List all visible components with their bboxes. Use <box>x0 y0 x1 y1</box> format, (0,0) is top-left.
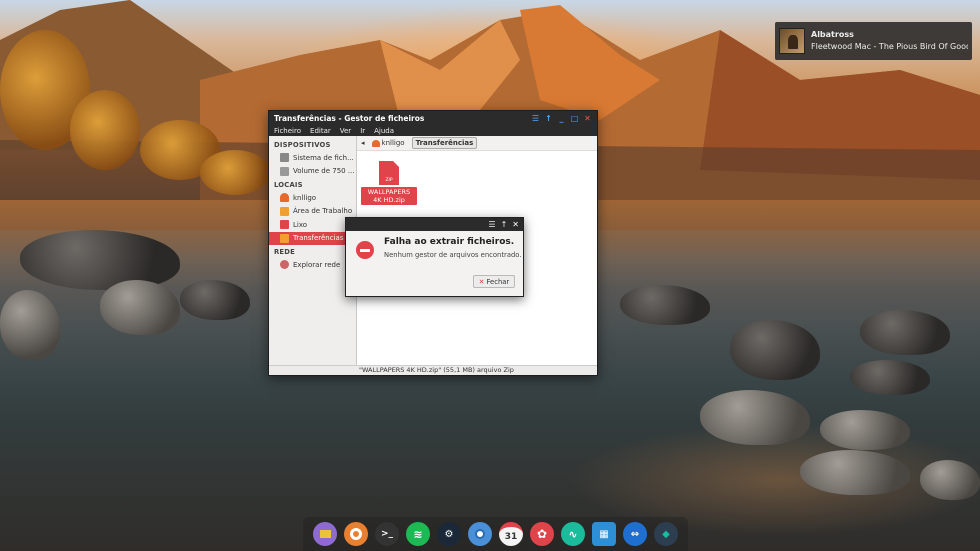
sidebar-item-label: knlligo <box>293 193 317 202</box>
dialog-title: Falha ao extrair ficheiros. <box>384 237 515 247</box>
sidebar-header-network: REDE <box>274 248 295 256</box>
menu-icon[interactable]: ☰ <box>531 114 540 123</box>
error-dialog: ☰ ↑ ✕ Falha ao extrair ficheiros. Nenhum… <box>345 217 524 297</box>
desktop-folder-icon <box>280 206 289 216</box>
menu-icon[interactable]: ☰ <box>488 220 495 229</box>
breadcrumb-current[interactable]: Transferências <box>411 137 478 149</box>
menu-file[interactable]: Ficheiro <box>274 127 301 135</box>
audio-player-icon[interactable] <box>344 522 368 546</box>
sidebar-item-desktop[interactable]: Área de Trabalho <box>269 205 356 219</box>
files-icon[interactable] <box>313 522 337 546</box>
trash-icon <box>280 220 289 230</box>
kodi-icon[interactable]: ◆ <box>654 522 678 546</box>
music-notification[interactable]: Albatross Fleetwood Mac - The Pious Bird… <box>775 22 972 60</box>
album-art <box>779 28 805 54</box>
network-icon <box>280 260 289 270</box>
dialog-message: Nenhum gestor de arquivos encontrado. <box>384 251 522 259</box>
menu-go[interactable]: Ir <box>360 127 365 135</box>
window-title: Transferências - Gestor de ficheiros <box>274 113 425 123</box>
notification-title: Albatross <box>811 30 854 39</box>
status-bar: "WALLPAPERS 4K HD.zip" (55,1 MB) arquivo… <box>269 365 597 375</box>
breadcrumb-home-label: knlligo <box>381 139 405 147</box>
steam-icon[interactable]: ⚙ <box>437 522 461 546</box>
close-icon: ✕ <box>478 277 485 286</box>
sidebar-item-downloads[interactable]: Transferências <box>269 231 356 245</box>
close-button[interactable]: ✕ Fechar <box>473 275 515 288</box>
keep-above-icon[interactable]: ↑ <box>501 220 508 229</box>
dialog-titlebar[interactable]: ☰ ↑ ✕ <box>346 218 523 231</box>
window-titlebar[interactable]: Transferências - Gestor de ficheiros ☰ ↑… <box>269 111 597 125</box>
breadcrumb: ◂ knlligo Transferências <box>357 136 597 151</box>
downloads-folder-icon <box>280 233 289 243</box>
breadcrumb-home[interactable]: knlligo <box>369 138 408 148</box>
drive-icon <box>280 166 289 176</box>
teamviewer-icon[interactable]: ⇔ <box>623 522 647 546</box>
sidebar-item-label: Área de Trabalho <box>293 207 353 216</box>
terminal-icon[interactable]: >_ <box>375 522 399 546</box>
menu-view[interactable]: Ver <box>340 127 351 135</box>
calendar-icon[interactable]: 31 <box>499 522 523 546</box>
sidebar-item-label: Lixo <box>293 220 308 229</box>
sidebar-item-label: Sistema de fich... <box>293 153 354 162</box>
sidebar-item-browse-network[interactable]: Explorar rede <box>269 258 356 272</box>
sidebar: DISPOSITIVOS Sistema de fich... Volume d… <box>269 136 357 365</box>
back-arrow-icon[interactable]: ◂ <box>361 139 365 147</box>
sidebar-item-home[interactable]: knlligo <box>269 191 356 205</box>
sidebar-item-label: Volume de 750 ... <box>293 167 355 176</box>
file-name: WALLPAPERS 4K HD.zip <box>361 187 417 205</box>
settings-icon[interactable]: ✿ <box>530 522 554 546</box>
system-monitor-icon[interactable]: ∿ <box>561 522 585 546</box>
dock: >_ ≋ ⚙ 31 ✿ ∿ ▦ ⇔ ◆ <box>303 517 688 551</box>
drive-icon <box>280 153 289 163</box>
sidebar-item-filesystem[interactable]: Sistema de fich... <box>269 151 356 165</box>
file-item[interactable]: WALLPAPERS 4K HD.zip <box>361 161 417 205</box>
menu-edit[interactable]: Editar <box>310 127 331 135</box>
chrome-icon[interactable] <box>468 522 492 546</box>
close-button-label: Fechar <box>486 277 510 286</box>
status-text: "WALLPAPERS 4K HD.zip" (55,1 MB) arquivo… <box>359 366 514 374</box>
home-icon <box>371 139 380 147</box>
error-icon <box>356 241 374 259</box>
sidebar-header-devices: DISPOSITIVOS <box>274 141 331 149</box>
close-icon[interactable]: ✕ <box>583 114 592 123</box>
menu-help[interactable]: Ajuda <box>374 127 394 135</box>
keep-above-icon[interactable]: ↑ <box>544 114 553 123</box>
minimize-icon[interactable]: _ <box>557 114 566 123</box>
sidebar-item-trash[interactable]: Lixo <box>269 218 356 232</box>
home-icon <box>280 193 289 203</box>
notification-body: Fleetwood Mac - The Pious Bird Of Good O… <box>811 42 968 51</box>
close-icon[interactable]: ✕ <box>512 220 519 229</box>
sidebar-item-label: Explorar rede <box>293 260 341 269</box>
spotify-icon[interactable]: ≋ <box>406 522 430 546</box>
screenshot-icon[interactable]: ▦ <box>592 522 616 546</box>
sidebar-header-places: LOCAIS <box>274 181 303 189</box>
zip-file-icon <box>379 161 399 185</box>
sidebar-item-volume[interactable]: Volume de 750 ... <box>269 165 356 179</box>
maximize-icon[interactable]: □ <box>570 114 579 123</box>
menubar: Ficheiro Editar Ver Ir Ajuda <box>269 125 597 136</box>
sidebar-item-label: Transferências <box>293 234 344 243</box>
